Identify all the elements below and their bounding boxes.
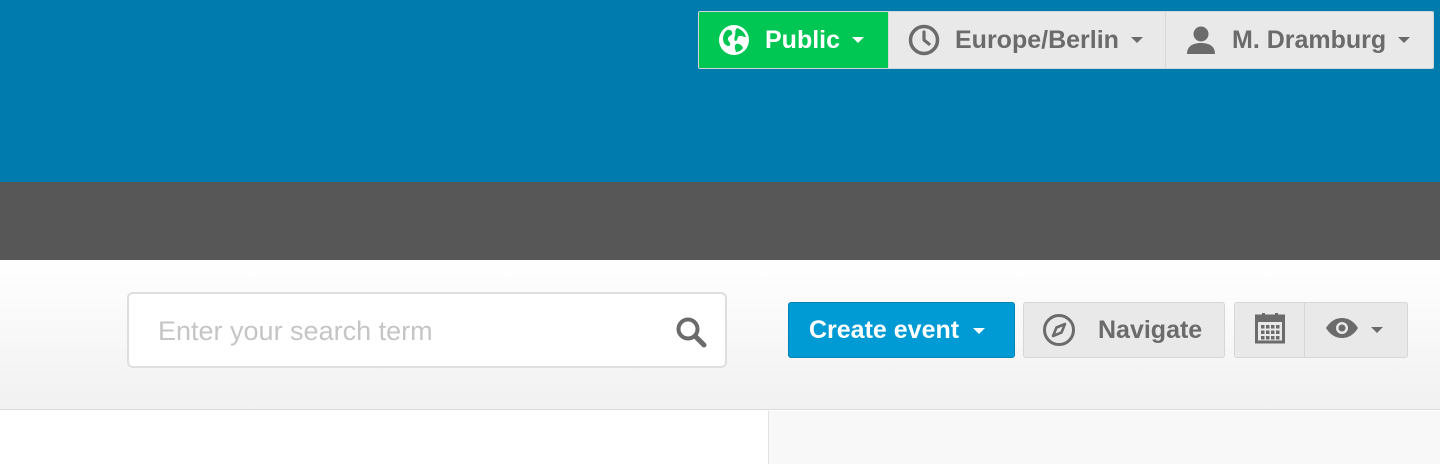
- navigate-label: Navigate: [1098, 315, 1203, 344]
- visibility-dropdown[interactable]: Public: [699, 12, 888, 68]
- globe-icon: [718, 24, 750, 56]
- create-event-label: Create event: [809, 315, 960, 344]
- search-icon[interactable]: [674, 315, 708, 349]
- clock-icon: [908, 24, 940, 56]
- calendar-button[interactable]: [1234, 302, 1305, 358]
- create-event-button[interactable]: Create event: [788, 302, 1015, 358]
- chevron-down-icon: [973, 328, 986, 334]
- visibility-label: Public: [765, 25, 841, 54]
- eye-icon: [1325, 317, 1359, 344]
- user-bar: Public Europe/Berlin M. Dramburg: [698, 11, 1434, 69]
- content-main: [0, 411, 768, 464]
- user-icon: [1185, 24, 1217, 56]
- content-sidebar: [768, 411, 1440, 464]
- view-options-dropdown[interactable]: [1305, 302, 1408, 358]
- search-box: [127, 292, 727, 368]
- user-menu-dropdown[interactable]: M. Dramburg: [1165, 12, 1433, 68]
- navigate-button[interactable]: Navigate: [1023, 302, 1225, 358]
- chevron-down-icon: [1398, 37, 1411, 43]
- calendar-icon: [1254, 312, 1285, 349]
- navigation-band: [0, 182, 1440, 260]
- compass-icon: [1042, 313, 1076, 347]
- chevron-down-icon: [1130, 37, 1143, 43]
- search-input[interactable]: [158, 308, 658, 354]
- timezone-label: Europe/Berlin: [955, 25, 1119, 54]
- chevron-down-icon: [1371, 327, 1383, 333]
- timezone-dropdown[interactable]: Europe/Berlin: [888, 12, 1165, 68]
- user-name-label: M. Dramburg: [1232, 25, 1387, 54]
- chevron-down-icon: [852, 37, 865, 43]
